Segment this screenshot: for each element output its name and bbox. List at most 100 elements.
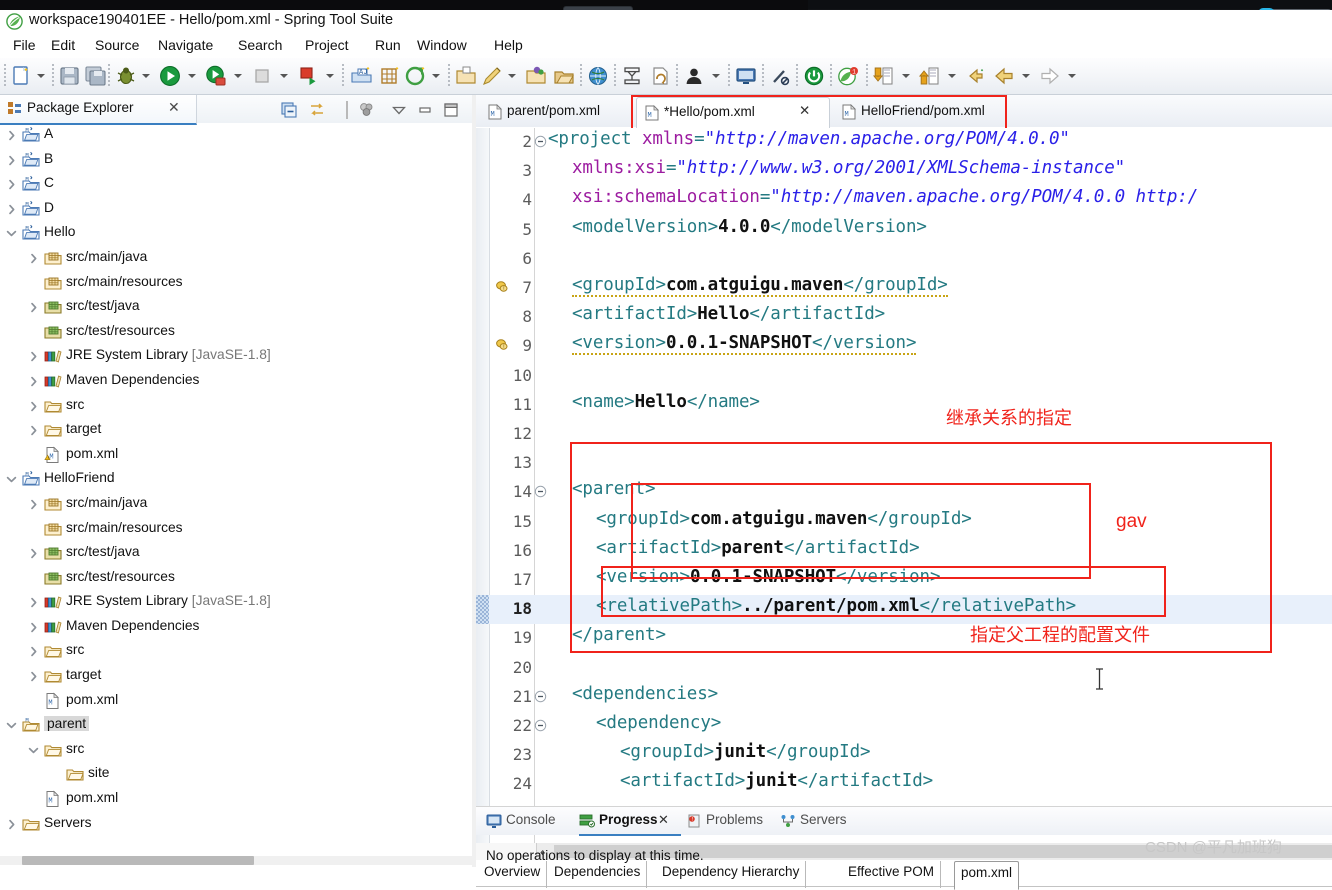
menu-run[interactable]: Run: [370, 36, 406, 54]
ftab-pom-xml[interactable]: pom.xml: [954, 861, 1020, 890]
chevron-right-icon[interactable]: [28, 252, 39, 264]
chevron-down-icon[interactable]: [6, 227, 17, 238]
chevron-right-icon[interactable]: [6, 154, 17, 165]
tree-item-pom-xml[interactable]: Mpom.xml: [0, 787, 472, 812]
tab-package-explorer[interactable]: Package Explorer ✕: [0, 95, 197, 125]
view-tab-servers[interactable]: Servers: [780, 810, 866, 834]
chevron-right-icon[interactable]: [28, 621, 39, 633]
menu-navigate[interactable]: Navigate: [153, 36, 218, 54]
code-line[interactable]: 2 <project xmlns="http://maven.apache.org…: [476, 128, 1332, 157]
display-icon[interactable]: [734, 64, 758, 88]
open-task-icon[interactable]: [552, 64, 576, 88]
ftab-dependency-hierarchy[interactable]: Dependency Hierarchy: [656, 861, 807, 888]
fold-collapse-icon[interactable]: [534, 690, 547, 703]
code-line[interactable]: 6: [476, 245, 1332, 274]
chevron-right-icon[interactable]: [28, 350, 39, 362]
open-type-icon[interactable]: [454, 64, 478, 88]
code-line[interactable]: 5 <modelVersion>4.0.0</modelVersion>: [476, 216, 1332, 245]
tree-item-jre-system-library[interactable]: JRE System Library [JavaSE-1.8]: [0, 344, 472, 369]
tree-item-maven-dependencies[interactable]: Maven Dependencies: [0, 369, 472, 394]
run-icon[interactable]: [158, 64, 182, 88]
menu-window[interactable]: Window: [412, 36, 472, 54]
tree-item-src[interactable]: src: [0, 639, 472, 664]
tree-item-site[interactable]: site: [0, 762, 472, 787]
tree-item-pom-xml[interactable]: M! pom.xml: [0, 443, 472, 468]
tree-item-hello[interactable]: M Hello: [0, 221, 472, 246]
chevron-down-icon[interactable]: [6, 473, 17, 484]
spring-boot-dashboard-icon[interactable]: [404, 64, 428, 88]
edit-dropdown-arrow[interactable]: [508, 74, 516, 78]
forward-icon[interactable]: [1038, 64, 1062, 88]
ftab-effective-pom[interactable]: Effective POM: [842, 861, 942, 888]
open-resource-icon[interactable]: [524, 64, 548, 88]
new-wizard-icon[interactable]: [10, 64, 34, 88]
tree-item-hellofriend[interactable]: M HelloFriend: [0, 467, 472, 492]
terminate-icon[interactable]: [250, 64, 274, 88]
filters-icon[interactable]: [358, 101, 376, 119]
tree-item-servers[interactable]: Servers: [0, 812, 472, 837]
download-icon[interactable]: [872, 64, 896, 88]
code-line[interactable]: 10: [476, 362, 1332, 391]
menu-project[interactable]: Project: [300, 36, 354, 54]
tree-item-src-main-java[interactable]: src/main/java: [0, 246, 472, 271]
chevron-right-icon[interactable]: [28, 670, 39, 682]
tree-item-pom-xml[interactable]: Mpom.xml: [0, 689, 472, 714]
link-with-editor-icon[interactable]: [308, 101, 326, 119]
power-icon[interactable]: [802, 64, 826, 88]
view-tab-progress[interactable]: Progress ✕: [579, 810, 681, 836]
tree-item-src-main-java[interactable]: src/main/java: [0, 492, 472, 517]
run-server-icon[interactable]: [296, 64, 320, 88]
xml-source-editor[interactable]: 2 <project xmlns="http://maven.apache.org…: [476, 128, 1332, 843]
debug-icon[interactable]: [114, 64, 138, 88]
tree-item-src-test-java[interactable]: src/test/java: [0, 541, 472, 566]
fold-collapse-icon[interactable]: [534, 485, 547, 498]
code-line[interactable]: ! 7 <groupId>com.atguigu.maven</groupId>: [476, 274, 1332, 303]
code-line[interactable]: 24 <artifactId>junit</artifactId>: [476, 770, 1332, 799]
prev-annotation-icon[interactable]: [964, 64, 988, 88]
tree-item-src-main-resources[interactable]: src/main/resources: [0, 271, 472, 296]
code-line[interactable]: 3 xmlns:xsi="http://www.w3.org/2001/XMLSc…: [476, 157, 1332, 186]
tree-item-maven-dependencies[interactable]: Maven Dependencies: [0, 615, 472, 640]
chevron-right-icon[interactable]: [28, 645, 39, 657]
menu-help[interactable]: Help: [489, 36, 528, 54]
menu-search[interactable]: Search: [233, 36, 287, 54]
new-spring-project-icon[interactable]: AJ: [350, 64, 374, 88]
tree-item-jre-system-library[interactable]: JRE System Library [JavaSE-1.8]: [0, 590, 472, 615]
debug-dropdown-arrow[interactable]: [142, 74, 150, 78]
chevron-right-icon[interactable]: [6, 129, 17, 141]
new-wizard-dropdown-arrow[interactable]: [37, 74, 45, 78]
code-line[interactable]: ! 9 <version>0.0.1-SNAPSHOT</version>: [476, 332, 1332, 361]
chevron-right-icon[interactable]: [28, 498, 39, 510]
close-icon[interactable]: ✕: [168, 99, 180, 116]
forward-dropdown-arrow[interactable]: [1068, 74, 1076, 78]
chevron-right-icon[interactable]: [28, 375, 39, 387]
chevron-right-icon[interactable]: [28, 424, 39, 436]
tree-item-src[interactable]: src: [0, 394, 472, 419]
refresh-icon[interactable]: [648, 64, 672, 88]
run-server-dropdown-arrow[interactable]: [326, 74, 334, 78]
download-dropdown-arrow[interactable]: [902, 74, 910, 78]
hierarchy-icon[interactable]: [620, 64, 644, 88]
chevron-right-icon[interactable]: [28, 301, 39, 313]
chevron-right-icon[interactable]: [6, 203, 17, 215]
upload-dropdown-arrow[interactable]: [948, 74, 956, 78]
tree-item-c[interactable]: MC: [0, 172, 472, 197]
ftab-dependencies[interactable]: Dependencies: [548, 861, 648, 888]
back-icon[interactable]: [992, 64, 1016, 88]
view-menu-icon[interactable]: [390, 101, 408, 119]
code-line[interactable]: 21 <dependencies>: [476, 683, 1332, 712]
menu-source[interactable]: Source: [90, 36, 144, 54]
run-coverage-dropdown-arrow[interactable]: [234, 74, 242, 78]
user-icon[interactable]: [682, 64, 706, 88]
menu-file[interactable]: File: [8, 36, 41, 54]
save-icon[interactable]: [58, 64, 82, 88]
user-dropdown-arrow[interactable]: [712, 74, 720, 78]
chevron-right-icon[interactable]: [28, 547, 39, 559]
collapse-all-icon[interactable]: [280, 101, 298, 119]
dashboard-dropdown-arrow[interactable]: [432, 74, 440, 78]
fold-collapse-icon[interactable]: [534, 719, 547, 732]
chevron-right-icon[interactable]: [28, 400, 39, 411]
fold-collapse-icon[interactable]: [534, 135, 547, 148]
close-icon[interactable]: ✕: [658, 812, 669, 828]
ftab-overview[interactable]: Overview: [478, 861, 548, 888]
